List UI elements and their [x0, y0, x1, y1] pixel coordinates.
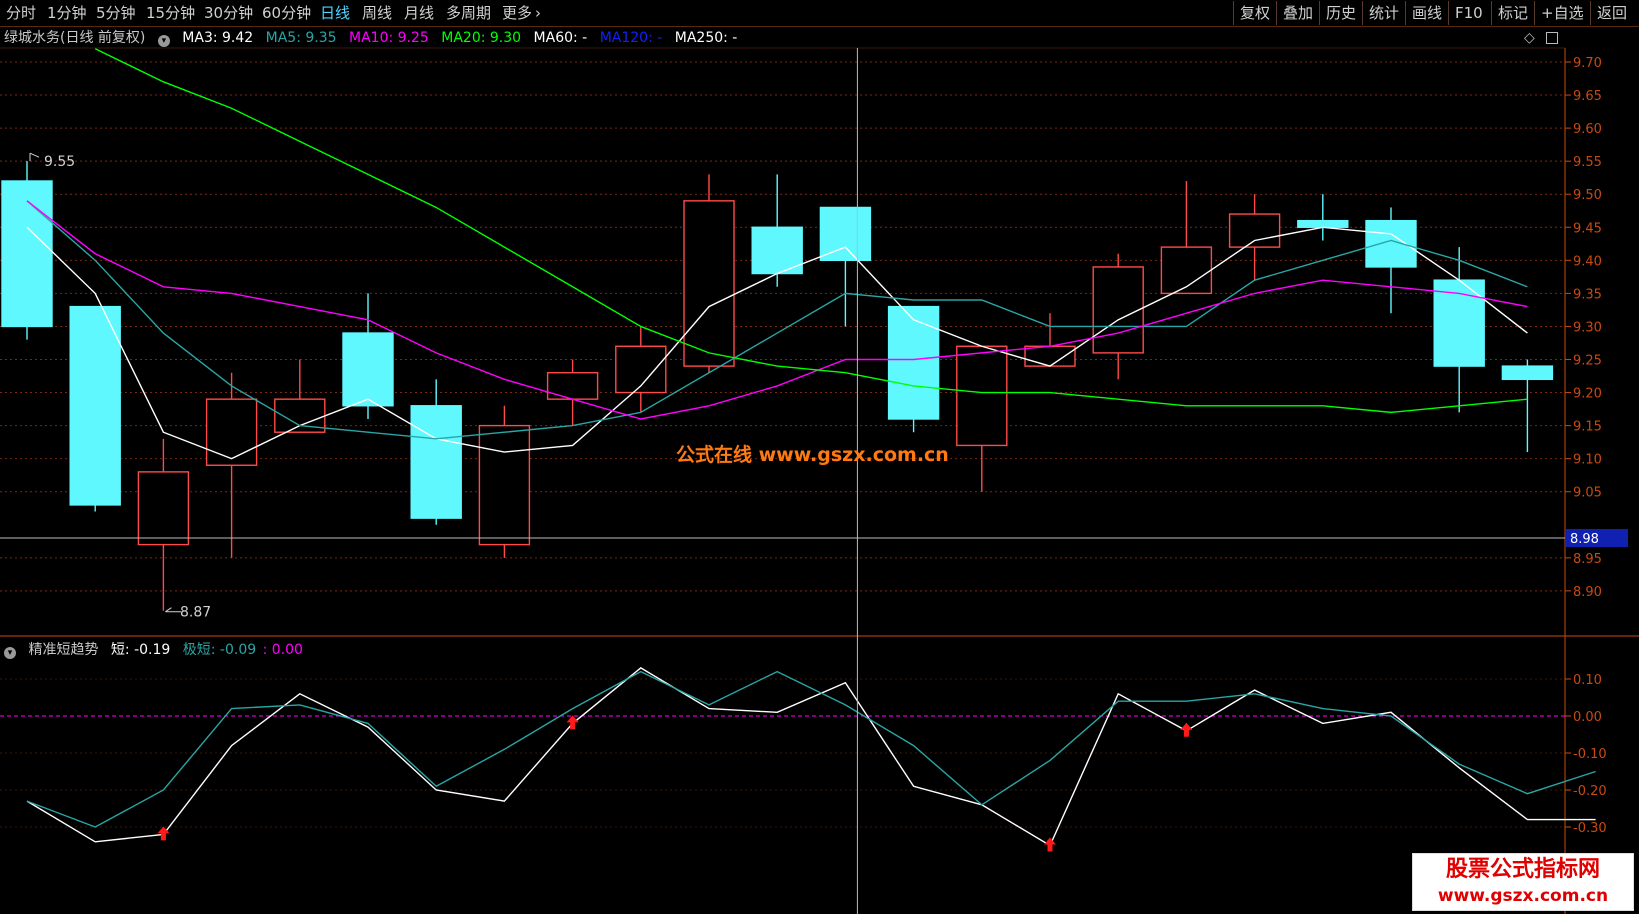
y-tick-label: 9.50 — [1573, 188, 1602, 203]
low-arrow — [165, 607, 182, 613]
y-tick-label: 9.45 — [1573, 221, 1602, 236]
y-tick-label: 9.35 — [1573, 287, 1602, 302]
y-tick-label: 9.10 — [1573, 453, 1602, 468]
y-tick-label: 9.70 — [1573, 56, 1602, 71]
candle-body — [1297, 219, 1349, 228]
candle-body — [819, 206, 872, 262]
y-tick-label: 9.15 — [1573, 420, 1602, 435]
candle-body — [956, 345, 1008, 447]
candle-body — [137, 471, 190, 546]
y-tick-label: 9.25 — [1573, 353, 1602, 368]
y-tick-label: 9.05 — [1573, 486, 1602, 501]
candle-body — [1024, 345, 1076, 367]
badge-title: 股票公式指标网 — [1445, 857, 1600, 882]
y-tick-label: -0.30 — [1573, 821, 1607, 836]
y-tick-label: 9.65 — [1573, 89, 1602, 104]
candle-body — [1501, 365, 1554, 381]
ma-line-ma20 — [94, 48, 1528, 414]
buy-arrow-icon — [1180, 722, 1193, 737]
high-arrow — [29, 152, 40, 162]
y-tick-label: -0.10 — [1573, 747, 1607, 762]
candle-body — [478, 424, 531, 546]
y-tick-label: 9.40 — [1573, 254, 1602, 269]
site-badge[interactable]: 股票公式指标网 www.gszx.com.cn — [1412, 853, 1634, 911]
high-label: 9.55 — [44, 154, 75, 170]
badge-url: www.gszx.com.cn — [1437, 886, 1609, 906]
candle-body — [1092, 266, 1144, 354]
y-tick-label: 9.20 — [1573, 387, 1602, 402]
watermark: 公式在线 www.gszx.com.cn — [676, 444, 949, 466]
y-tick-label: 0.10 — [1573, 673, 1602, 688]
candle-body — [546, 372, 599, 400]
crosshair-price-label: 8.98 — [1570, 532, 1599, 547]
candle-body — [887, 305, 940, 420]
candle-body — [69, 305, 121, 506]
y-tick-label: 8.95 — [1573, 552, 1602, 567]
y-tick-label: 8.90 — [1573, 585, 1602, 600]
y-tick-label: 9.60 — [1573, 122, 1602, 137]
candle-body — [205, 398, 258, 466]
candle-body — [1, 180, 53, 328]
candle-body — [1228, 213, 1281, 248]
indicator-line — [26, 670, 1596, 828]
candle-body — [342, 332, 394, 407]
indicator-line — [26, 667, 1596, 847]
candle-body — [410, 405, 462, 519]
y-tick-label: -0.20 — [1573, 784, 1607, 799]
y-tick-label: 0.00 — [1573, 710, 1602, 725]
candle-body — [1365, 219, 1417, 268]
candle-body — [683, 200, 735, 367]
y-tick-label: 9.55 — [1573, 155, 1602, 170]
y-tick-label: 9.30 — [1573, 320, 1602, 335]
low-label: 8.87 — [180, 605, 211, 621]
buy-arrow-icon — [1044, 837, 1056, 852]
